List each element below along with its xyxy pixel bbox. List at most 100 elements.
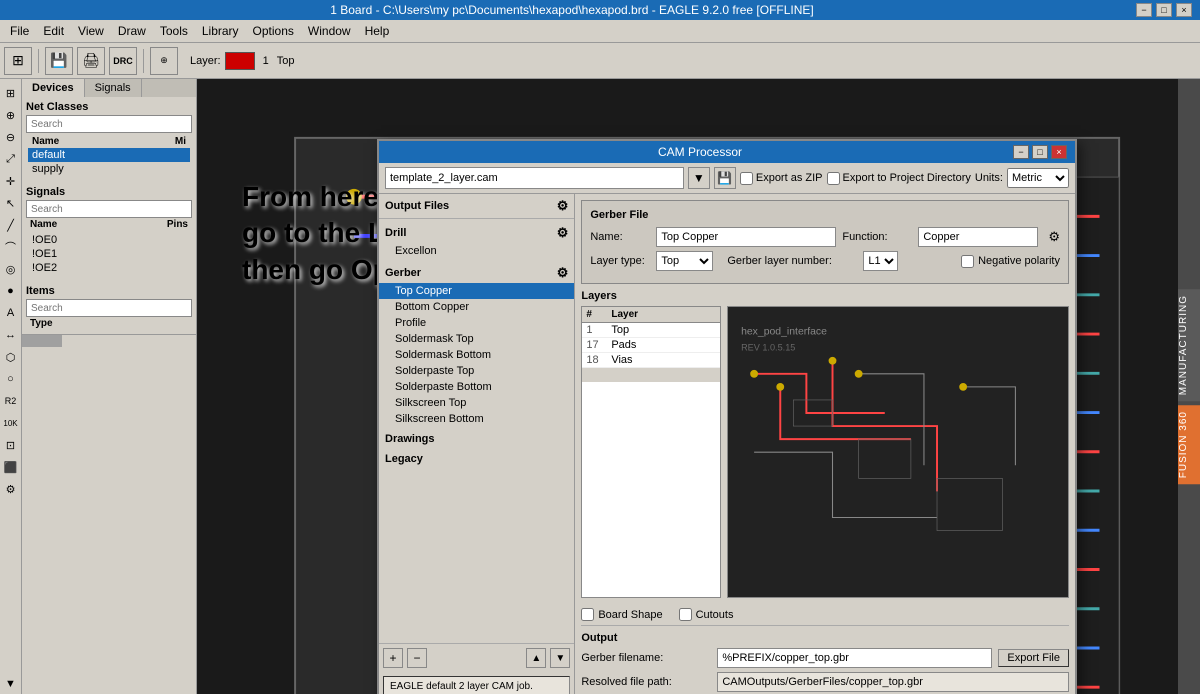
- tool-10k[interactable]: 10K: [1, 413, 21, 433]
- cutouts-option[interactable]: Cutouts: [679, 608, 734, 621]
- tool-select[interactable]: ↖: [1, 193, 21, 213]
- menu-window[interactable]: Window: [302, 22, 357, 40]
- signal-oe2[interactable]: !OE2: [28, 261, 190, 275]
- close-button[interactable]: ×: [1176, 3, 1192, 17]
- signals-search[interactable]: [26, 200, 192, 218]
- tool-pad[interactable]: ●: [1, 281, 21, 301]
- menu-help[interactable]: Help: [359, 22, 396, 40]
- gerber-name-input[interactable]: [656, 227, 836, 247]
- tool-text[interactable]: A: [1, 303, 21, 323]
- left-sidebar-hscroll[interactable]: [22, 334, 196, 346]
- fusion360-tab[interactable]: FUSION 360: [1178, 405, 1200, 484]
- tool-zoom-out[interactable]: ⊖: [1, 127, 21, 147]
- menu-view[interactable]: View: [72, 22, 110, 40]
- remove-output-btn[interactable]: −: [407, 648, 427, 668]
- gerber-layer-num-select[interactable]: L1 L2 L3: [863, 251, 898, 271]
- move-up-btn[interactable]: ▲: [526, 648, 546, 668]
- neg-polarity-label[interactable]: Negative polarity: [961, 255, 1060, 268]
- tool-polygon[interactable]: ⬡: [1, 347, 21, 367]
- cam-export-zip-check[interactable]: [740, 172, 753, 185]
- tool-copper[interactable]: ⬛: [1, 457, 21, 477]
- tree-item-soldermask-bottom[interactable]: Soldermask Bottom: [379, 347, 574, 363]
- cam-minimize-btn[interactable]: −: [1013, 145, 1029, 159]
- drill-gear-icon[interactable]: ⚙: [557, 225, 569, 241]
- net-item-supply[interactable]: supply: [28, 162, 190, 176]
- manufacturing-tab[interactable]: MANUFACTURING: [1178, 289, 1200, 401]
- neg-polarity-check[interactable]: [961, 255, 974, 268]
- tree-item-silkscreen-bottom[interactable]: Silkscreen Bottom: [379, 411, 574, 427]
- gerber-function-input[interactable]: [918, 227, 1038, 247]
- tree-item-soldermask-top[interactable]: Soldermask Top: [379, 331, 574, 347]
- gerber-function-gear-icon[interactable]: ⚙: [1048, 229, 1060, 245]
- add-output-btn[interactable]: +: [383, 648, 403, 668]
- layers-hscroll[interactable]: [582, 368, 720, 382]
- tool-dimension[interactable]: ↔: [1, 325, 21, 345]
- tree-item-bottom-copper[interactable]: Bottom Copper: [379, 299, 574, 315]
- tool-grid[interactable]: ⊞: [1, 83, 21, 103]
- layer-row-pads[interactable]: 17 Pads: [582, 338, 720, 353]
- toolbar-btn1[interactable]: ⊕: [150, 47, 178, 75]
- cam-file-browse-btn[interactable]: ▼: [688, 167, 710, 189]
- gerber-layer-type-select[interactable]: Top Bottom Inner All: [656, 251, 713, 271]
- board-shape-check[interactable]: [581, 608, 594, 621]
- toolbar-save-btn[interactable]: 💾: [45, 47, 73, 75]
- toolbar-print-btn[interactable]: 🖨: [77, 47, 105, 75]
- tool-circle[interactable]: ○: [1, 369, 21, 389]
- menu-draw[interactable]: Draw: [112, 22, 152, 40]
- tool-settings[interactable]: ⚙: [1, 479, 21, 499]
- tree-item-profile[interactable]: Profile: [379, 315, 574, 331]
- tool-component[interactable]: ⊡: [1, 435, 21, 455]
- cam-export-zip-label[interactable]: Export as ZIP: [740, 172, 823, 185]
- tool-route[interactable]: ⌒: [1, 237, 21, 257]
- export-file-btn[interactable]: Export File: [998, 649, 1069, 667]
- gerber-gear-icon[interactable]: ⚙: [557, 265, 569, 281]
- tool-zoom-in[interactable]: ⊕: [1, 105, 21, 125]
- signal-oe0[interactable]: !OE0: [28, 233, 190, 247]
- net-classes-search[interactable]: [26, 115, 192, 133]
- tree-item-top-copper[interactable]: Top Copper: [379, 283, 574, 299]
- gerber-function-label: Function:: [842, 231, 912, 243]
- cam-export-project-label[interactable]: Export to Project Directory: [827, 172, 971, 185]
- tree-item-excellon[interactable]: Excellon: [379, 243, 574, 259]
- tool-via[interactable]: ◎: [1, 259, 21, 279]
- board-shape-option[interactable]: Board Shape: [581, 608, 662, 621]
- tree-section-legacy-header[interactable]: Legacy: [379, 451, 574, 467]
- tool-zoom-fit[interactable]: ⤢: [1, 149, 21, 169]
- toolbar-grid-btn[interactable]: ⊞: [4, 47, 32, 75]
- tab-devices[interactable]: Devices: [22, 79, 85, 97]
- cutouts-check[interactable]: [679, 608, 692, 621]
- tool-wire[interactable]: ╱: [1, 215, 21, 235]
- menu-file[interactable]: File: [4, 22, 35, 40]
- tool-r2[interactable]: R2: [1, 391, 21, 411]
- menu-library[interactable]: Library: [196, 22, 245, 40]
- menu-tools[interactable]: Tools: [154, 22, 194, 40]
- tab-signals[interactable]: Signals: [85, 79, 142, 97]
- layer-row-vias[interactable]: 18 Vias: [582, 353, 720, 368]
- tool-move[interactable]: ✛: [1, 171, 21, 191]
- cam-export-project-check[interactable]: [827, 172, 840, 185]
- menu-options[interactable]: Options: [247, 22, 300, 40]
- cam-file-input[interactable]: [385, 167, 684, 189]
- tree-item-silkscreen-top[interactable]: Silkscreen Top: [379, 395, 574, 411]
- tree-item-solderpaste-top[interactable]: Solderpaste Top: [379, 363, 574, 379]
- gerber-filename-input[interactable]: [717, 648, 992, 668]
- net-item-default[interactable]: default: [28, 148, 190, 162]
- tree-section-drill-header[interactable]: Drill ⚙: [379, 223, 574, 243]
- cam-restore-btn[interactable]: □: [1032, 145, 1048, 159]
- restore-button[interactable]: □: [1156, 3, 1172, 17]
- tree-section-gerber-header[interactable]: Gerber ⚙: [379, 263, 574, 283]
- toolbar-drc-btn[interactable]: DRC: [109, 47, 137, 75]
- signal-oe1[interactable]: !OE1: [28, 247, 190, 261]
- minimize-button[interactable]: −: [1136, 3, 1152, 17]
- layer-row-top[interactable]: 1 Top: [582, 323, 720, 338]
- cam-close-btn[interactable]: ×: [1051, 145, 1067, 159]
- cam-units-select[interactable]: MetricImperial: [1007, 168, 1069, 188]
- tree-item-solderpaste-bottom[interactable]: Solderpaste Bottom: [379, 379, 574, 395]
- output-files-gear-icon[interactable]: ⚙: [557, 198, 569, 214]
- tree-section-drawings-header[interactable]: Drawings: [379, 431, 574, 447]
- menu-edit[interactable]: Edit: [37, 22, 70, 40]
- move-down-btn[interactable]: ▼: [550, 648, 570, 668]
- items-search[interactable]: [26, 299, 192, 317]
- tool-down-arrow[interactable]: ▼: [1, 674, 21, 694]
- cam-file-save-btn[interactable]: 💾: [714, 167, 736, 189]
